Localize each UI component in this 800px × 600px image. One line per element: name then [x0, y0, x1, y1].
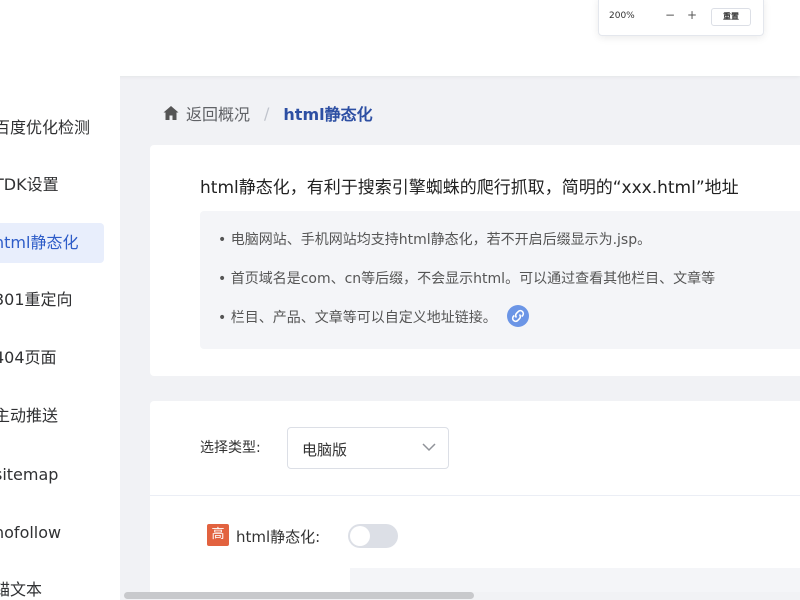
priority-badge: 高: [207, 524, 229, 546]
sidebar-item-html-static[interactable]: html静态化: [0, 223, 104, 263]
note-2: • 首页域名是com、cn等后缀，不会显示html。可以通过查看其他栏目、文章等: [218, 271, 716, 287]
info-title: html静态化，有利于搜索引擎蜘蛛的爬行抓取，简明的“xxx.html”地址: [200, 178, 739, 198]
notes-box: • 电脑网站、手机网站均支持html静态化，若不开启后缀显示为.jsp。 • 首…: [200, 211, 800, 349]
settings-card: 选择类型: 电脑版 高 html静态化:: [150, 401, 800, 600]
home-icon[interactable]: [162, 104, 180, 122]
zoom-panel: 200% − + 重置: [598, 0, 764, 36]
note-1: • 电脑网站、手机网站均支持html静态化，若不开启后缀显示为.jsp。: [218, 232, 652, 248]
html-static-label: html静态化:: [236, 528, 321, 546]
sidebar-item-tdk[interactable]: TDK设置: [0, 165, 104, 205]
note-3-text: • 栏目、产品、文章等可以自定义地址链接。: [218, 310, 497, 326]
type-select-value: 电脑版: [302, 441, 348, 459]
zoom-reset-button[interactable]: 重置: [711, 8, 751, 26]
note-3: • 栏目、产品、文章等可以自定义地址链接。: [218, 305, 529, 329]
type-select-label: 选择类型:: [200, 440, 261, 456]
sidebar-item-nofollow[interactable]: nofollow: [0, 513, 104, 553]
sidebar: 百度优化检测 TDK设置 html静态化 301重定向 404页面 主动推送 s…: [0, 76, 120, 600]
type-select[interactable]: 电脑版: [287, 427, 449, 469]
sidebar-item-404[interactable]: 404页面: [0, 338, 104, 378]
html-static-toggle[interactable]: [348, 524, 398, 548]
sidebar-item-anchor-text[interactable]: 锚文本: [0, 570, 104, 600]
link-icon[interactable]: [506, 305, 529, 327]
breadcrumb: 返回概况 / html静态化: [162, 101, 373, 125]
breadcrumb-current: html静态化: [283, 105, 373, 124]
divider: [150, 495, 800, 496]
zoom-out-button[interactable]: −: [665, 8, 675, 22]
zoom-in-button[interactable]: +: [687, 8, 697, 22]
sidebar-item-push[interactable]: 主动推送: [0, 396, 104, 436]
info-card: html静态化，有利于搜索引擎蜘蛛的爬行抓取，简明的“xxx.html”地址 •…: [150, 145, 800, 376]
chevron-down-icon: [422, 443, 436, 452]
toggle-knob: [350, 526, 370, 546]
sidebar-item-baidu-check[interactable]: 百度优化检测: [0, 108, 104, 148]
horizontal-scrollbar-thumb[interactable]: [124, 592, 474, 599]
zoom-level: 200%: [609, 11, 635, 21]
breadcrumb-back-link[interactable]: 返回概况: [186, 101, 250, 125]
breadcrumb-separator: /: [264, 103, 270, 123]
sidebar-item-301[interactable]: 301重定向: [0, 280, 104, 320]
sidebar-item-sitemap[interactable]: sitemap: [0, 455, 104, 495]
